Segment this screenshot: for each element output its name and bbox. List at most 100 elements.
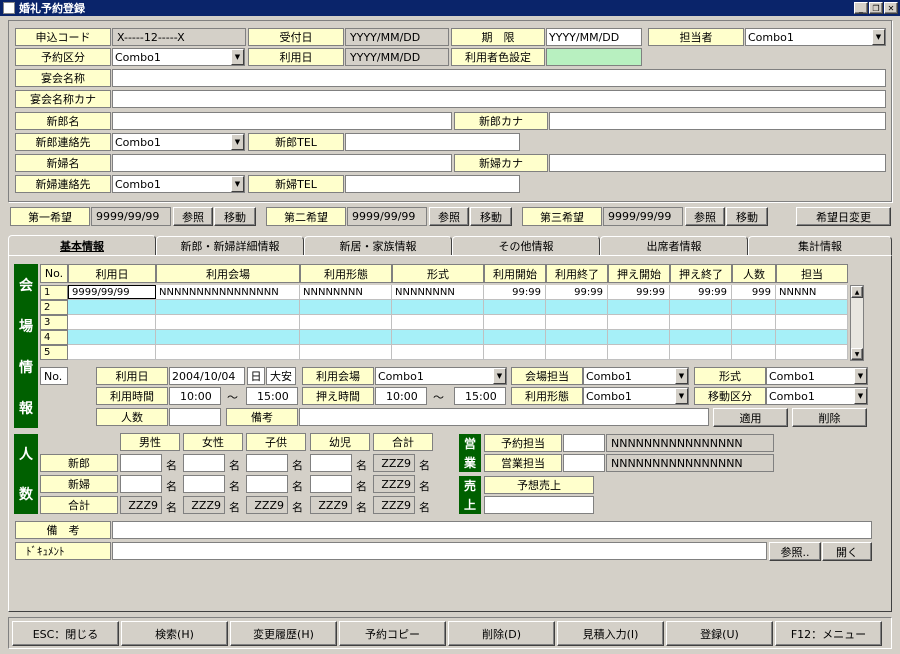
detail-jikan-to[interactable]: 15:00: [246, 387, 298, 405]
people-value[interactable]: [120, 475, 162, 493]
kibou3-move-button[interactable]: 移動: [726, 207, 768, 226]
table-cell[interactable]: [732, 300, 776, 314]
table-cell[interactable]: [732, 330, 776, 344]
detail-keitai-combo[interactable]: Combo1 ▼: [583, 387, 689, 405]
restore-button[interactable]: ❐: [869, 2, 883, 14]
detail-kaijo-tanto-combo[interactable]: Combo1 ▼: [583, 367, 689, 385]
detail-osae-to[interactable]: 15:00: [454, 387, 506, 405]
enkai-kana-field[interactable]: [112, 90, 886, 108]
document-ref-button[interactable]: 参照..: [769, 542, 821, 561]
footer-button[interactable]: ESC：閉じる: [12, 621, 119, 646]
detail-apply-button[interactable]: 適用: [713, 408, 788, 427]
detail-kaijo-combo[interactable]: Combo1 ▼: [375, 367, 507, 385]
people-value[interactable]: [310, 475, 352, 493]
footer-button[interactable]: F12：メニュー: [775, 621, 882, 646]
table-cell[interactable]: [68, 345, 156, 359]
people-value[interactable]: [310, 454, 352, 472]
footer-button[interactable]: 削除(D): [448, 621, 555, 646]
table-cell[interactable]: [546, 315, 608, 329]
table-cell[interactable]: NNNNNNNN: [300, 285, 392, 299]
table-cell[interactable]: 9999/99/99: [68, 285, 156, 299]
table-cell[interactable]: [156, 330, 300, 344]
kibou2-ref-button[interactable]: 参照: [429, 207, 469, 226]
table-cell[interactable]: [776, 300, 848, 314]
detail-bikou-field[interactable]: [299, 408, 709, 426]
table-cell[interactable]: [300, 300, 392, 314]
table-row[interactable]: 9999/99/99 NNNNNNNNNNNNNNNN NNNNNNNN NNNNNN…: [68, 285, 848, 300]
chevron-down-icon[interactable]: ▼: [231, 176, 244, 192]
shinro-name-field[interactable]: [112, 112, 452, 130]
people-value[interactable]: [120, 454, 162, 472]
table-cell[interactable]: [608, 300, 670, 314]
shinpu-kana-field[interactable]: [549, 154, 886, 172]
scroll-down-icon[interactable]: ▼: [851, 348, 863, 360]
yoyaku-kubun-combo[interactable]: Combo1 ▼: [112, 48, 245, 66]
table-cell[interactable]: NNNNNNNNNNNNNNNN: [156, 285, 300, 299]
table-cell[interactable]: [392, 300, 484, 314]
table-cell[interactable]: [546, 330, 608, 344]
minimize-button[interactable]: _: [854, 2, 868, 14]
table-cell[interactable]: [392, 315, 484, 329]
kibou1-ref-button[interactable]: 参照: [173, 207, 213, 226]
tab-shukei[interactable]: 集計情報: [748, 236, 892, 256]
table-cell[interactable]: [732, 315, 776, 329]
table-cell[interactable]: [68, 300, 156, 314]
table-cell[interactable]: NNNNN: [776, 285, 848, 299]
shinpu-name-field[interactable]: [112, 154, 452, 172]
table-cell[interactable]: [484, 315, 546, 329]
table-row[interactable]: [68, 345, 848, 360]
detail-ninzu-field[interactable]: [169, 408, 221, 426]
grid-scrollbar[interactable]: ▲ ▼: [850, 285, 864, 361]
chevron-down-icon[interactable]: ▼: [231, 134, 244, 150]
shinpu-contact-combo[interactable]: Combo1 ▼: [112, 175, 245, 193]
table-cell[interactable]: 99:99: [608, 285, 670, 299]
color-setting-swatch[interactable]: [546, 48, 642, 66]
table-cell[interactable]: [392, 345, 484, 359]
document-open-button[interactable]: 開く: [822, 542, 872, 561]
table-cell[interactable]: [776, 315, 848, 329]
table-cell[interactable]: [484, 330, 546, 344]
scroll-up-icon[interactable]: ▲: [851, 286, 863, 298]
table-row[interactable]: [68, 315, 848, 330]
kibou3-ref-button[interactable]: 参照: [685, 207, 725, 226]
table-cell[interactable]: [156, 315, 300, 329]
detail-osae-from[interactable]: 10:00: [375, 387, 427, 405]
tab-shusseki[interactable]: 出席者情報: [600, 236, 748, 256]
kigen-field[interactable]: YYYY/MM/DD: [546, 28, 642, 46]
close-button[interactable]: ✕: [884, 2, 898, 14]
chevron-down-icon[interactable]: ▼: [231, 49, 244, 65]
chevron-down-icon[interactable]: ▼: [675, 368, 688, 384]
document-field[interactable]: [112, 542, 767, 560]
shinro-kana-field[interactable]: [549, 112, 886, 130]
table-cell[interactable]: [608, 345, 670, 359]
table-row[interactable]: [68, 300, 848, 315]
detail-delete-button[interactable]: 削除: [792, 408, 867, 427]
bikou-field[interactable]: [112, 521, 872, 539]
people-value[interactable]: [246, 454, 288, 472]
chevron-down-icon[interactable]: ▼: [854, 388, 867, 404]
table-row[interactable]: [68, 330, 848, 345]
yosou-uriage-field[interactable]: [484, 496, 594, 514]
table-cell[interactable]: [392, 330, 484, 344]
table-cell[interactable]: [670, 300, 732, 314]
table-cell[interactable]: [608, 330, 670, 344]
table-cell[interactable]: [670, 330, 732, 344]
table-cell[interactable]: [156, 300, 300, 314]
table-cell[interactable]: 99:99: [670, 285, 732, 299]
footer-button[interactable]: 予約コピー: [339, 621, 446, 646]
people-value[interactable]: [246, 475, 288, 493]
detail-keishiki-combo[interactable]: Combo1 ▼: [766, 367, 868, 385]
people-value[interactable]: [183, 475, 225, 493]
table-cell[interactable]: [156, 345, 300, 359]
table-cell[interactable]: 99:99: [546, 285, 608, 299]
footer-button[interactable]: 登録(U): [666, 621, 773, 646]
footer-button[interactable]: 見積入力(I): [557, 621, 664, 646]
tab-kihon[interactable]: 基本情報: [8, 235, 156, 256]
table-cell[interactable]: NNNNNNNN: [392, 285, 484, 299]
eigyo-tanto-code[interactable]: [563, 454, 605, 472]
tanto-combo[interactable]: Combo1 ▼: [745, 28, 886, 46]
chevron-down-icon[interactable]: ▼: [854, 368, 867, 384]
table-cell[interactable]: [546, 300, 608, 314]
table-cell[interactable]: [546, 345, 608, 359]
detail-idou-combo[interactable]: Combo1 ▼: [766, 387, 868, 405]
